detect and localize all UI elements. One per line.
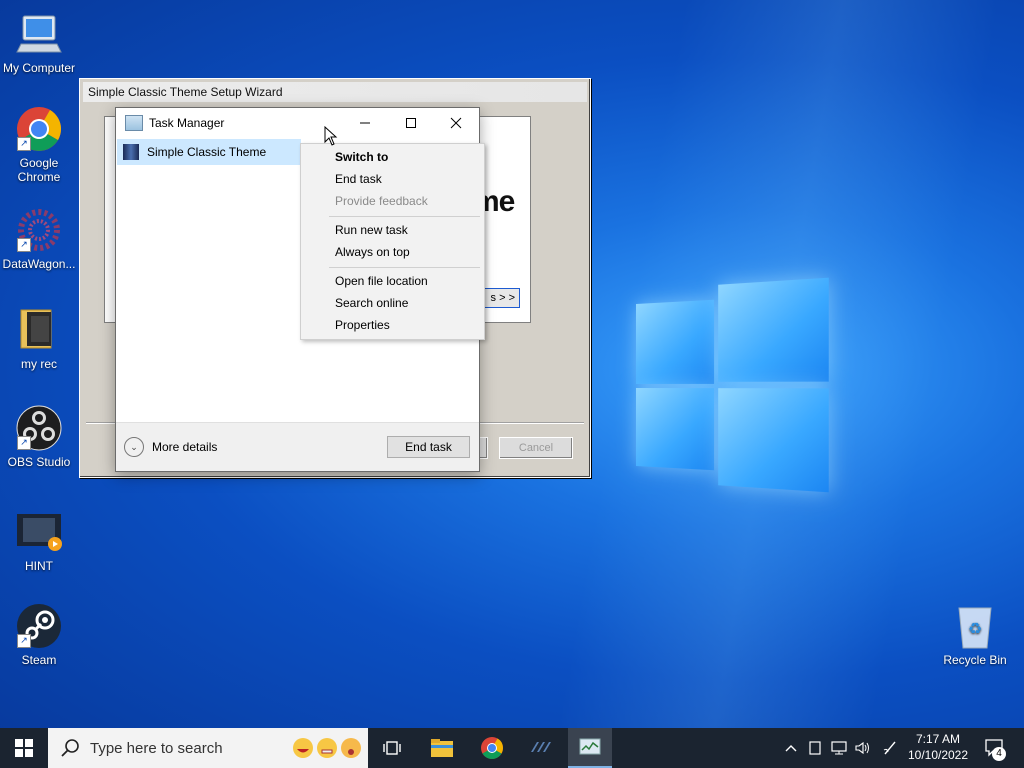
wizard-cancel-button[interactable]: Cancel <box>499 437 573 459</box>
desktop-icon-label: Google Chrome <box>0 156 79 184</box>
menu-item-always-on-top[interactable]: Always on top <box>335 245 410 259</box>
minimize-button[interactable] <box>342 108 388 138</box>
search-placeholder: Type here to search <box>90 740 223 757</box>
chrome-icon <box>480 736 504 760</box>
mouse-pointer-icon <box>324 126 338 146</box>
windows-start-icon <box>15 739 33 757</box>
end-task-button[interactable]: End task <box>387 436 470 458</box>
task-manager-icon <box>578 737 602 757</box>
start-button[interactable] <box>0 728 48 768</box>
taskbar-chrome[interactable] <box>472 728 512 768</box>
desktop-icon-label: my rec <box>0 357 79 371</box>
desktop-icon-recycle-bin[interactable]: ♻ Recycle Bin <box>935 602 1015 667</box>
menu-item-open-file-location[interactable]: Open file location <box>335 274 428 288</box>
task-manager-titlebar[interactable]: Task Manager <box>116 108 479 138</box>
desktop-icon-obs-studio[interactable]: ↗ OBS Studio <box>0 404 79 469</box>
speaker-icon <box>855 741 871 755</box>
menu-item-run-new-task[interactable]: Run new task <box>335 223 408 237</box>
chevron-down-icon: ⌄ <box>124 437 144 457</box>
desktop-icon-label: HINT <box>0 559 79 573</box>
shortcut-arrow-icon: ↗ <box>17 238 31 252</box>
menu-separator <box>329 267 480 268</box>
pen-icon <box>882 740 898 756</box>
taskbar: Type here to search 7:17 AM 10/10/2022 4 <box>0 728 1024 768</box>
windows-wallpaper-logo <box>636 278 831 493</box>
menu-item-switch-to[interactable]: Switch to <box>335 150 388 164</box>
desktop-icon-my-rec[interactable]: my rec <box>0 306 79 371</box>
desktop-icon-datawagon[interactable]: ↗ DataWagon... <box>0 206 79 271</box>
datawagon-icon: ↗ <box>15 206 63 254</box>
more-details-label: More details <box>152 440 217 454</box>
menu-item-end-task[interactable]: End task <box>335 172 382 186</box>
chrome-icon: ↗ <box>15 105 63 153</box>
svg-text:♻: ♻ <box>968 619 982 638</box>
menu-item-provide-feedback: Provide feedback <box>335 194 428 208</box>
desktop-icon-steam[interactable]: ↗ Steam <box>0 602 79 667</box>
clock-date: 10/10/2022 <box>902 747 974 763</box>
volume-button[interactable] <box>852 728 874 768</box>
desktop-icon-label: Recycle Bin <box>935 653 1015 667</box>
network-icon <box>831 741 847 755</box>
shortcut-arrow-icon: ↗ <box>17 634 31 648</box>
taskbar-file-explorer[interactable] <box>422 728 462 768</box>
video-file-icon <box>15 508 63 556</box>
taskbar-search-box[interactable]: Type here to search <box>48 728 368 768</box>
desktop-icon-label: Steam <box>0 653 79 667</box>
process-context-menu: Switch to End task Provide feedback Run … <box>300 143 485 340</box>
notification-count-badge: 4 <box>992 747 1006 761</box>
process-row-selected[interactable]: Simple Classic Theme <box>117 139 301 165</box>
pen-workspace-button[interactable] <box>878 728 902 768</box>
more-details-toggle[interactable]: ⌄ More details <box>124 437 217 457</box>
taskbar-datawagon[interactable] <box>520 728 562 768</box>
menu-item-properties[interactable]: Properties <box>335 318 390 332</box>
desktop-icon-label: DataWagon... <box>0 257 79 271</box>
task-manager-footer: ⌄ More details End task <box>116 422 479 471</box>
task-manager-app-icon <box>125 115 143 131</box>
desktop-icon-google-chrome[interactable]: ↗ Google Chrome <box>0 105 79 184</box>
obs-icon: ↗ <box>15 404 63 452</box>
chevron-up-icon <box>785 744 797 752</box>
minimize-icon <box>359 117 371 129</box>
task-view-button[interactable] <box>372 728 412 768</box>
simple-classic-theme-app-icon <box>123 144 139 160</box>
clock-time: 7:17 AM <box>902 731 974 747</box>
wizard-title: Simple Classic Theme Setup Wizard <box>83 82 587 102</box>
desktop-icon-label: OBS Studio <box>0 455 79 469</box>
maximize-icon <box>405 117 417 129</box>
desktop-icon-my-computer[interactable]: My Computer <box>0 10 79 75</box>
recycle-bin-icon: ♻ <box>951 602 999 650</box>
task-manager-title: Task Manager <box>149 116 224 130</box>
steam-icon: ↗ <box>15 602 63 650</box>
menu-separator <box>329 216 480 217</box>
taskbar-task-manager[interactable] <box>568 728 612 768</box>
network-button[interactable] <box>828 728 850 768</box>
show-hidden-icons-button[interactable] <box>780 728 802 768</box>
tray-tablet-icon-button[interactable] <box>805 728 825 768</box>
search-highlight-emoji-icons <box>292 737 362 759</box>
menu-item-search-online[interactable]: Search online <box>335 296 408 310</box>
process-name: Simple Classic Theme <box>147 145 266 159</box>
action-center-button[interactable]: 4 <box>980 728 1010 768</box>
file-explorer-icon <box>430 738 454 758</box>
tablet-icon <box>809 741 821 755</box>
computer-icon <box>15 10 63 58</box>
close-icon <box>450 117 462 129</box>
folder-icon <box>15 306 63 354</box>
desktop-icon-label: My Computer <box>0 61 79 75</box>
datawagon-icon <box>529 738 553 758</box>
shortcut-arrow-icon: ↗ <box>17 436 31 450</box>
task-view-icon <box>382 739 402 757</box>
desktop-icon-hint[interactable]: HINT <box>0 508 79 573</box>
taskbar-clock[interactable]: 7:17 AM 10/10/2022 <box>902 731 974 763</box>
close-button[interactable] <box>433 108 479 138</box>
search-icon <box>60 738 80 758</box>
maximize-button[interactable] <box>388 108 434 138</box>
shortcut-arrow-icon: ↗ <box>17 137 31 151</box>
